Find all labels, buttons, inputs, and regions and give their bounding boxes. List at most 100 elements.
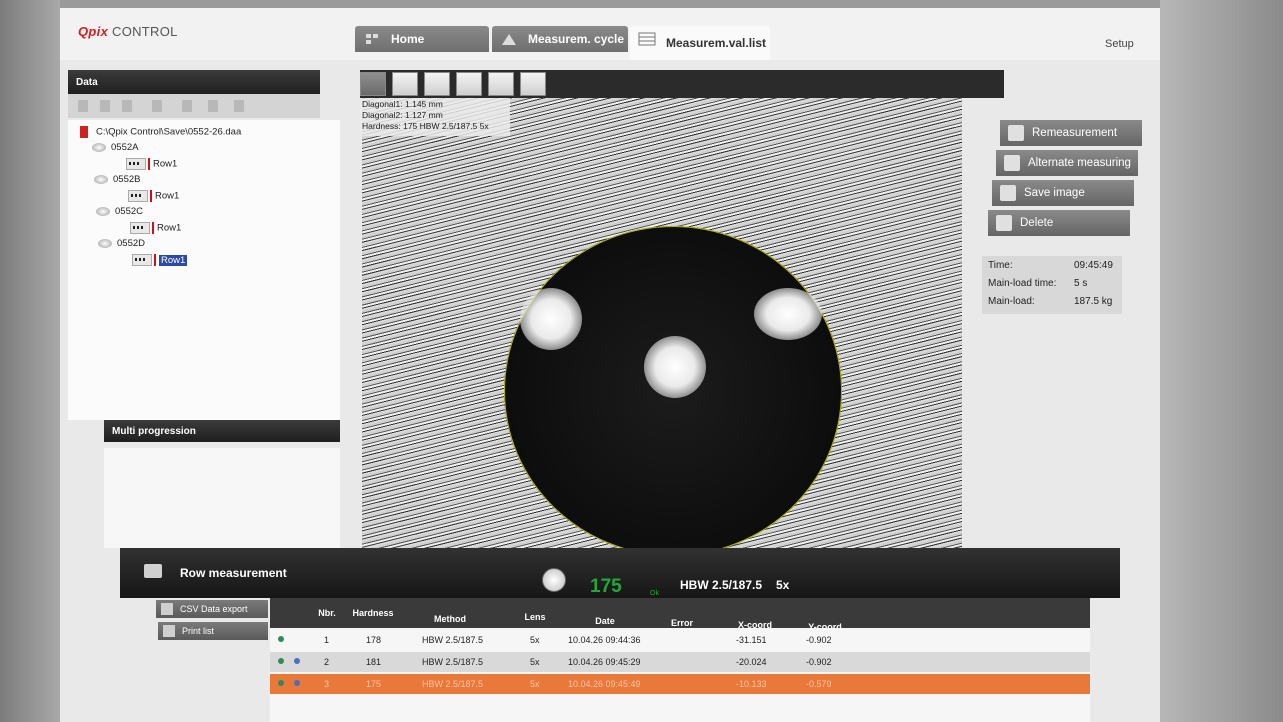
alternate-icon bbox=[1004, 155, 1020, 171]
status-dot-icon bbox=[278, 636, 284, 642]
image-viewer: Diagonal1: 1.145 mm Diagonal2: 1.127 mm … bbox=[360, 70, 1004, 590]
tree-item-0552a[interactable]: 0552A bbox=[92, 142, 138, 153]
delete-icon bbox=[996, 215, 1012, 231]
search-icon[interactable] bbox=[152, 100, 162, 112]
col-hardness[interactable]: Hardness bbox=[348, 608, 398, 618]
info-dot-icon bbox=[294, 658, 300, 664]
main-load-label: Main-load: bbox=[988, 296, 1035, 307]
tree-item-0552b[interactable]: 0552B bbox=[94, 174, 140, 185]
col-x-coord[interactable]: X-coord bbox=[730, 620, 780, 630]
col-method[interactable]: Method bbox=[420, 614, 480, 624]
new-icon[interactable] bbox=[78, 100, 88, 112]
sample-icon bbox=[94, 174, 108, 184]
save-icon bbox=[1000, 185, 1016, 201]
remeasurement-button[interactable]: Remeasurement bbox=[1000, 120, 1142, 146]
remeasure-icon bbox=[1008, 125, 1024, 141]
tree-item-0552d[interactable]: 0552D bbox=[98, 238, 145, 249]
status-dot-icon bbox=[278, 680, 284, 686]
cycle-icon bbox=[500, 31, 518, 47]
glare-left bbox=[520, 288, 582, 350]
row-icon bbox=[130, 222, 150, 234]
diagonal1-text: Diagonal1: 1.145 mm bbox=[362, 99, 443, 109]
print-icon bbox=[163, 625, 175, 637]
microscope-image[interactable] bbox=[362, 98, 962, 590]
table-row-selected[interactable]: 3 175 HBW 2.5/187.5 5x 10.04.26 09:45:49… bbox=[270, 674, 1090, 694]
tab-cycle-label: Measurem. cycle bbox=[528, 32, 625, 46]
col-lens[interactable]: Lens bbox=[520, 612, 550, 622]
row-icon bbox=[126, 158, 146, 170]
main-load-time-label: Main-load time: bbox=[988, 278, 1057, 289]
tree-row-0552d[interactable]: Row1 bbox=[132, 254, 188, 266]
tree-item-0552c[interactable]: 0552C bbox=[96, 206, 143, 217]
measurement-table: Nbr. Hardness Method Lens Date Error X-c… bbox=[270, 598, 1090, 722]
data-tree: C:\Qpix Control\Save\0552-26.daa 0552A R… bbox=[68, 120, 340, 420]
setup-link[interactable]: Setup bbox=[1105, 38, 1134, 50]
tree-row-0552b[interactable]: Row1 bbox=[128, 190, 179, 202]
distribution-view-icon[interactable] bbox=[488, 72, 514, 96]
tree-toolbar bbox=[68, 94, 320, 118]
col-nbr[interactable]: Nbr. bbox=[312, 608, 342, 618]
row-measurement-bar: Row measurement 175 Ok HBW 2.5/187.5 5x bbox=[120, 548, 1120, 598]
paste-icon[interactable] bbox=[208, 100, 218, 112]
hardness-text: Hardness: 175 HBW 2.5/187.5 5x bbox=[362, 121, 489, 131]
measurement-info: Time: 09:45:49 Main-load time: 5 s Main-… bbox=[982, 256, 1122, 314]
tab-measurement-value-list[interactable]: Measurem.val.list bbox=[630, 26, 770, 60]
profile-view-icon[interactable] bbox=[424, 72, 450, 96]
tab-measurement-cycle[interactable]: Measurem. cycle bbox=[492, 26, 628, 52]
current-lens: 5x bbox=[776, 578, 790, 592]
status-gauge-icon bbox=[542, 568, 566, 592]
status-dot-icon bbox=[278, 658, 284, 664]
multi-progression-title: Multi progression bbox=[112, 425, 196, 437]
print-list-button[interactable]: Print list bbox=[158, 622, 268, 640]
glare-right bbox=[754, 288, 822, 340]
image-info-overlay: Diagonal1: 1.145 mm Diagonal2: 1.127 mm … bbox=[360, 98, 510, 136]
top-bar: Qpix CONTROL Home Measurem. cycle Measur… bbox=[60, 8, 1160, 60]
save-file-icon[interactable] bbox=[122, 100, 132, 112]
monitor-bezel-left bbox=[0, 0, 60, 722]
copy-icon[interactable] bbox=[182, 100, 192, 112]
home-icon bbox=[363, 31, 381, 47]
tree-row-0552a[interactable]: Row1 bbox=[126, 158, 177, 170]
file-icon bbox=[80, 126, 88, 138]
sample-icon bbox=[98, 238, 112, 248]
table-row[interactable]: 2 181 HBW 2.5/187.5 5x 10.04.26 09:45:29… bbox=[270, 652, 1090, 672]
glare-center bbox=[644, 336, 706, 398]
col-error[interactable]: Error bbox=[662, 618, 702, 628]
col-date[interactable]: Date bbox=[580, 616, 630, 626]
diagonal2-text: Diagonal2: 1.127 mm bbox=[362, 110, 443, 120]
csv-icon bbox=[161, 603, 173, 615]
refresh-icon[interactable] bbox=[234, 100, 244, 112]
csv-export-button[interactable]: CSV Data export bbox=[156, 600, 268, 618]
list-icon bbox=[638, 31, 656, 47]
curve-view-icon[interactable] bbox=[456, 72, 482, 96]
sample-icon bbox=[92, 142, 106, 152]
data-panel-title: Data bbox=[76, 76, 98, 88]
alternate-measuring-button[interactable]: Alternate measuring bbox=[996, 150, 1138, 176]
row-icon bbox=[132, 254, 152, 266]
current-hardness-value: 175 bbox=[590, 576, 622, 597]
multi-progression-panel bbox=[104, 448, 340, 548]
multi-progression-header: Multi progression bbox=[104, 420, 340, 442]
tree-row-0552c[interactable]: Row1 bbox=[130, 222, 181, 234]
sample-icon bbox=[96, 206, 110, 216]
table-header: Nbr. Hardness Method Lens Date Error X-c… bbox=[270, 598, 1090, 632]
table-row[interactable]: 1 178 HBW 2.5/187.5 5x 10.04.26 09:44:36… bbox=[270, 630, 1090, 650]
row-icon bbox=[128, 190, 148, 202]
tree-root[interactable]: C:\Qpix Control\Save\0552-26.daa bbox=[80, 126, 241, 138]
viewer-toolbar bbox=[360, 70, 1004, 98]
save-image-button[interactable]: Save image bbox=[992, 180, 1134, 206]
time-label: Time: bbox=[988, 260, 1013, 271]
tab-home[interactable]: Home bbox=[355, 26, 489, 52]
open-icon[interactable] bbox=[100, 100, 110, 112]
app-window: Qpix CONTROL Home Measurem. cycle Measur… bbox=[60, 8, 1160, 722]
main-load-time-value: 5 s bbox=[1074, 278, 1088, 289]
row-measurement-title: Row measurement bbox=[180, 566, 287, 580]
delete-button[interactable]: Delete bbox=[988, 210, 1130, 236]
current-method: HBW 2.5/187.5 bbox=[680, 578, 763, 592]
ok-status: Ok bbox=[650, 590, 659, 597]
monitor-bezel-right bbox=[1160, 0, 1283, 722]
table-view-icon[interactable] bbox=[392, 72, 418, 96]
measure-tool-icon[interactable] bbox=[360, 72, 386, 96]
tab-home-label: Home bbox=[391, 32, 425, 46]
histogram-view-icon[interactable] bbox=[520, 72, 546, 96]
